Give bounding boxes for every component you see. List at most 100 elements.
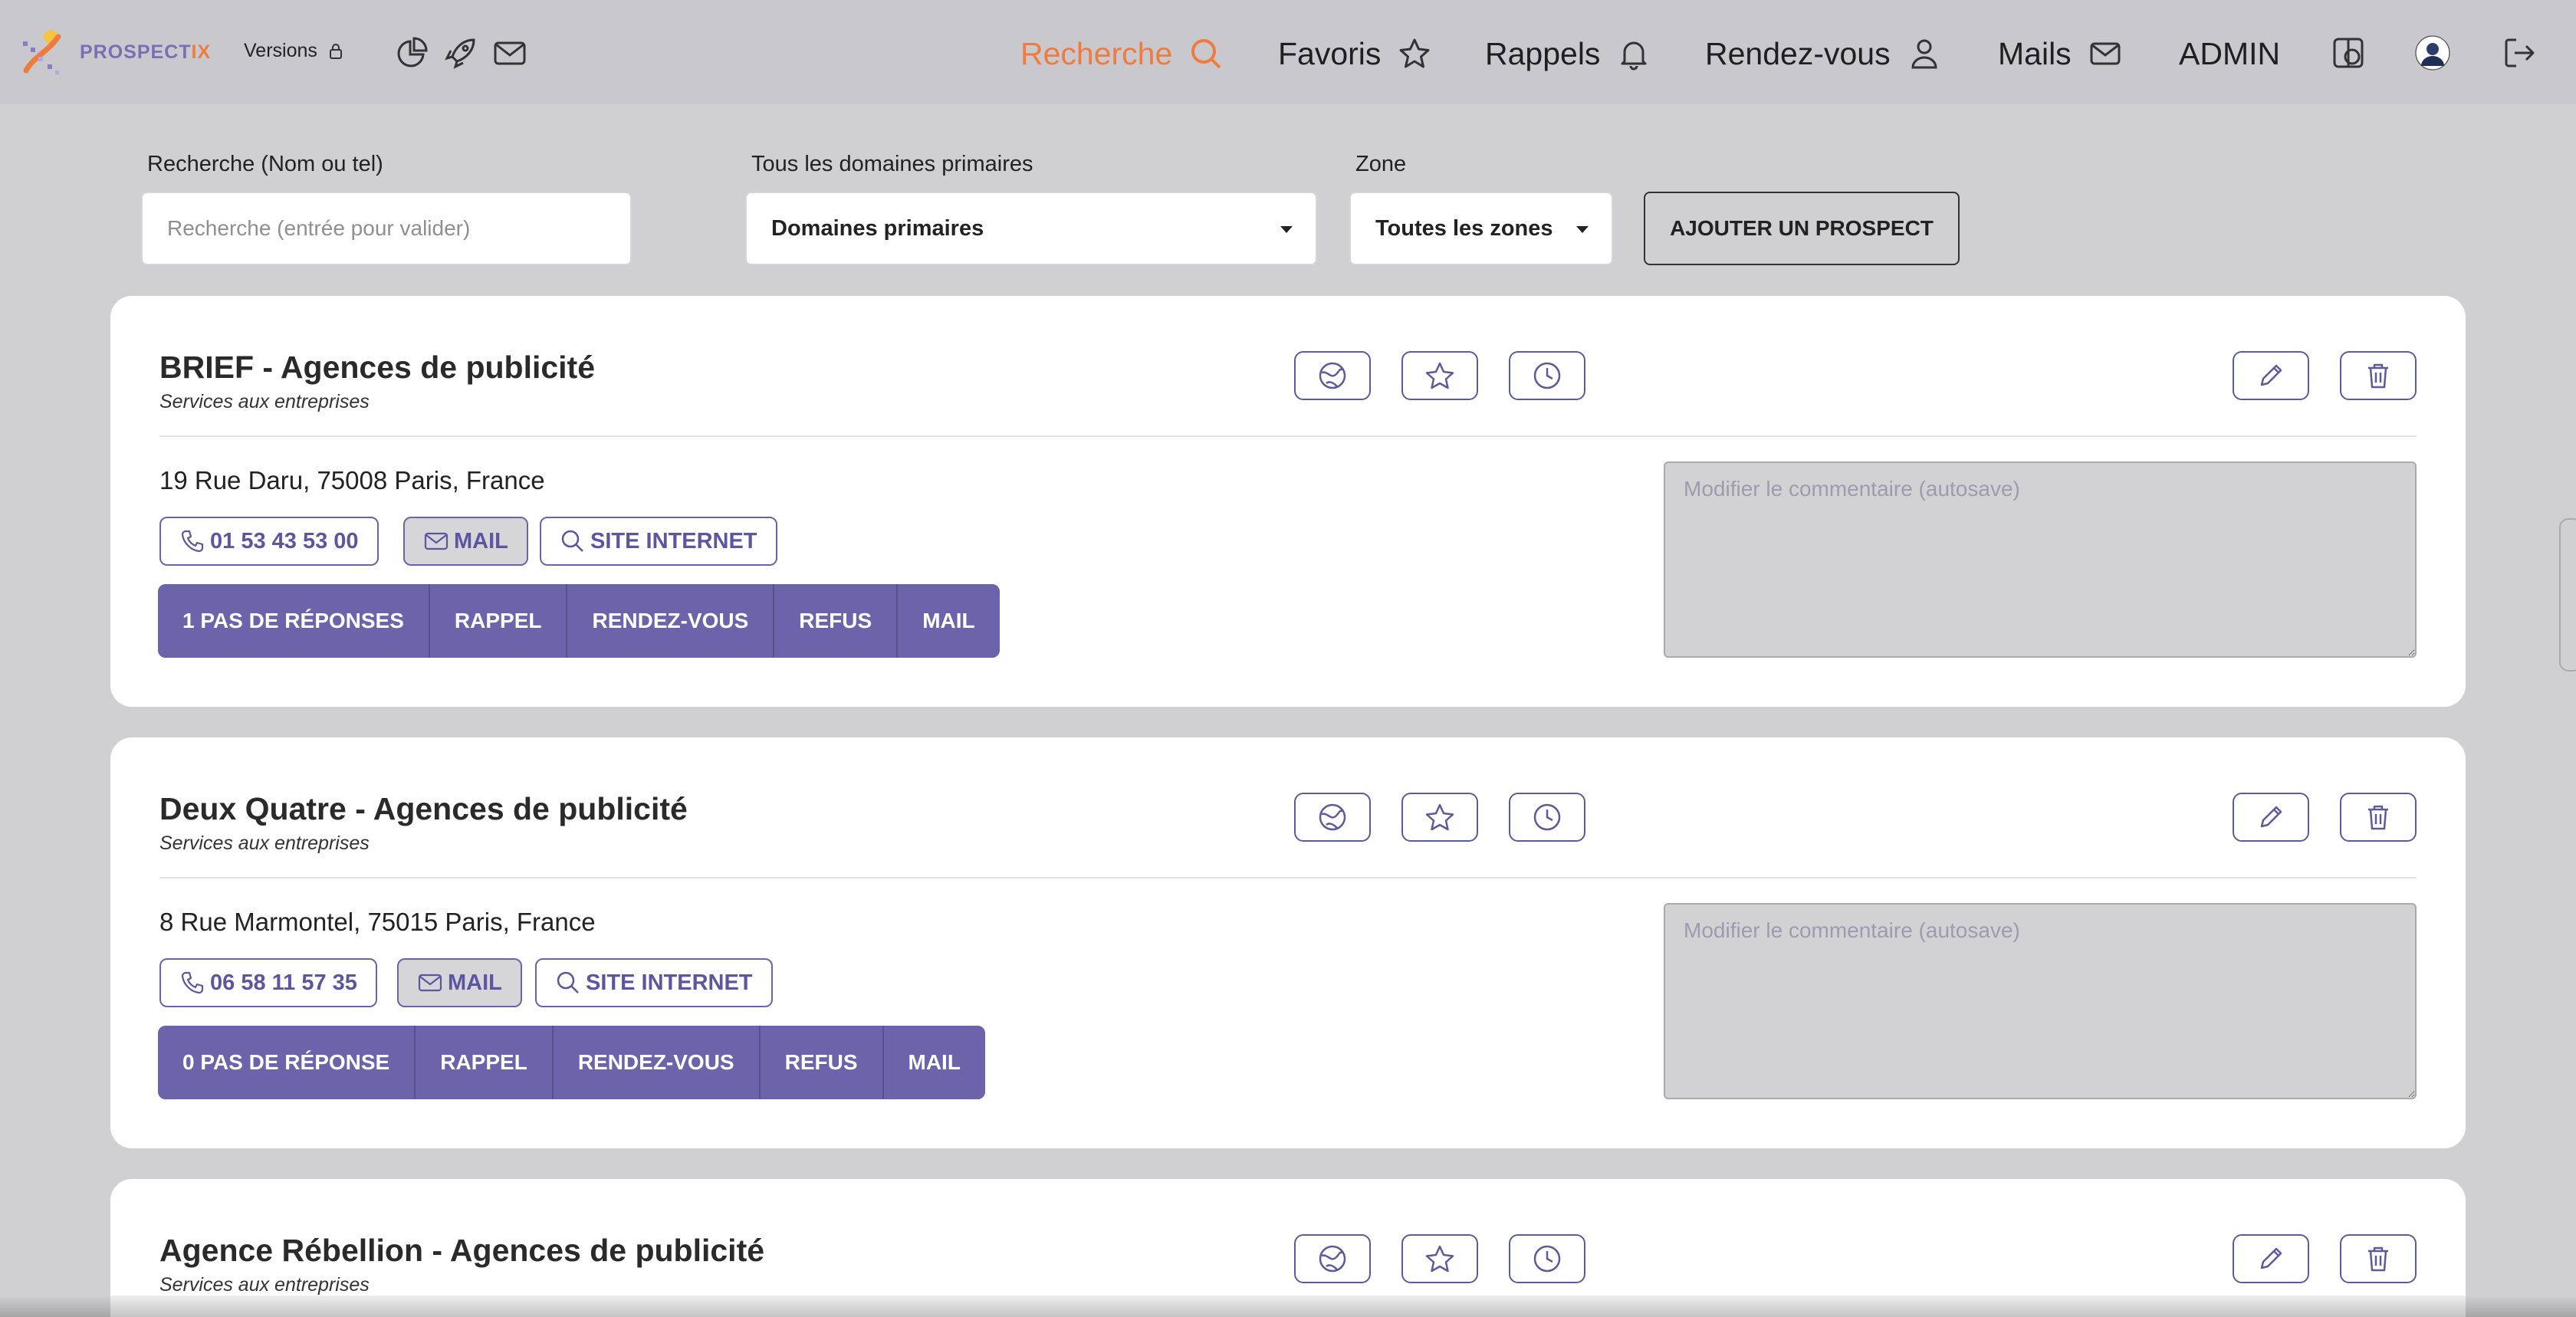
chevron-down-icon (1280, 226, 1293, 233)
globe-icon (1319, 1245, 1346, 1273)
mail-label: MAIL (454, 528, 508, 553)
search-icon (557, 971, 579, 993)
nav-favoris-label: Favoris (1278, 35, 1382, 71)
top-navbar: PROSPECTIX Versions Recherche Favoris Ra… (0, 0, 2576, 104)
add-prospect-button[interactable]: AJOUTER UN PROSPECT (1644, 192, 1960, 265)
globe-icon (1319, 803, 1346, 831)
website-button[interactable]: SITE INTERNET (540, 517, 777, 566)
edit-button[interactable] (2233, 351, 2309, 400)
brand-logo[interactable]: PROSPECTIX (17, 26, 211, 78)
website-label: SITE INTERNET (586, 970, 753, 995)
website-label: SITE INTERNET (590, 528, 757, 553)
avatar[interactable] (2415, 35, 2450, 71)
zone-label: Zone (1355, 152, 1407, 176)
mail-icon[interactable] (492, 35, 527, 71)
mail-action-button[interactable]: MAIL (898, 584, 1000, 658)
search-icon (561, 530, 583, 552)
zone-select[interactable]: Toutes les zones (1349, 192, 1613, 265)
mail-action-button[interactable]: MAIL (883, 1026, 985, 1099)
logout-icon[interactable] (2502, 35, 2538, 71)
reminder-button[interactable] (1509, 351, 1585, 400)
prospect-title: BRIEF - Agences de publicité (159, 350, 596, 385)
pencil-icon (2260, 364, 2282, 386)
nav-admin[interactable]: ADMIN (2179, 31, 2280, 77)
theme-toggle-icon[interactable] (2331, 35, 2366, 71)
reminder-button[interactable] (1509, 793, 1585, 842)
rendez-vous-button[interactable]: RENDEZ-VOUS (567, 584, 775, 658)
rocket-icon[interactable] (443, 35, 478, 71)
search-label: Recherche (Nom ou tel) (147, 152, 383, 176)
phone-icon (181, 530, 204, 553)
comment-textarea[interactable] (1664, 903, 2417, 1099)
delete-button[interactable] (2340, 351, 2417, 400)
lock-icon (329, 43, 342, 59)
prospect-card: Deux Quatre - Agences de publicité Servi… (110, 737, 2466, 1148)
no-response-button[interactable]: 0 PAS DE RÉPONSE (158, 1026, 416, 1099)
pie-chart-icon[interactable] (394, 35, 429, 71)
refus-button[interactable]: REFUS (760, 1026, 884, 1099)
scrollbar-handle[interactable] (2559, 518, 2576, 672)
star-icon (1425, 1245, 1454, 1273)
card-divider (159, 877, 2417, 879)
globe-button[interactable] (1294, 1234, 1371, 1283)
versions-label: Versions (244, 40, 317, 61)
trash-icon (2368, 363, 2388, 389)
mail-icon (424, 532, 449, 550)
delete-button[interactable] (2340, 1234, 2417, 1283)
prospect-category: Services aux entreprises (159, 1274, 370, 1296)
rappel-button[interactable]: RAPPEL (416, 1026, 554, 1099)
chevron-down-icon (1576, 226, 1589, 233)
clock-icon (1533, 1245, 1561, 1273)
rendez-vous-button[interactable]: RENDEZ-VOUS (553, 1026, 761, 1099)
domain-select[interactable]: Domaines primaires (745, 192, 1317, 265)
prospect-address: 8 Rue Marmontel, 75015 Paris, France (159, 908, 596, 936)
mail-icon (2090, 42, 2121, 65)
nav-rendez-vous-label: Rendez-vous (1705, 35, 1891, 71)
phone-number: 01 53 43 53 00 (210, 528, 359, 553)
action-button-group: 0 PAS DE RÉPONSE RAPPEL RENDEZ-VOUS REFU… (158, 1026, 985, 1099)
window-bottom-edge (0, 1296, 2576, 1317)
bell-icon (1621, 41, 1647, 71)
favorite-button[interactable] (1401, 793, 1478, 842)
website-button[interactable]: SITE INTERNET (535, 958, 773, 1007)
phone-button[interactable]: 01 53 43 53 00 (159, 517, 379, 566)
pencil-icon (2260, 1247, 2282, 1269)
nav-mails-label: Mails (1998, 35, 2072, 71)
mail-button[interactable]: MAIL (397, 958, 522, 1007)
globe-button[interactable] (1294, 351, 1371, 400)
zone-select-value: Toutes les zones (1375, 215, 1553, 241)
favorite-button[interactable] (1401, 351, 1478, 400)
prospect-title: Deux Quatre - Agences de publicité (159, 791, 688, 826)
prospect-title: Agence Rébellion - Agences de publicité (159, 1233, 765, 1268)
reminder-button[interactable] (1509, 1234, 1585, 1283)
edit-button[interactable] (2233, 1234, 2309, 1283)
star-icon (1425, 803, 1454, 831)
comment-textarea[interactable] (1664, 461, 2417, 658)
nav-rappels[interactable]: Rappels (1485, 31, 1651, 77)
phone-button[interactable]: 06 58 11 57 35 (159, 958, 377, 1007)
clock-icon (1533, 803, 1561, 831)
no-response-button[interactable]: 1 PAS DE RÉPONSES (158, 584, 430, 658)
nav-favoris[interactable]: Favoris (1278, 31, 1431, 77)
pencil-icon (2260, 806, 2282, 828)
mail-button[interactable]: MAIL (403, 517, 528, 566)
edit-button[interactable] (2233, 793, 2309, 842)
versions-link[interactable]: Versions (244, 40, 343, 62)
favorite-button[interactable] (1401, 1234, 1478, 1283)
search-input[interactable] (141, 192, 632, 265)
nav-rendez-vous[interactable]: Rendez-vous (1705, 31, 1941, 77)
nav-recherche-label: Recherche (1020, 35, 1173, 71)
prospect-category: Services aux entreprises (159, 391, 370, 412)
delete-button[interactable] (2340, 793, 2417, 842)
domain-select-value: Domaines primaires (771, 215, 984, 241)
action-button-group: 1 PAS DE RÉPONSES RAPPEL RENDEZ-VOUS REF… (158, 584, 1000, 658)
prospect-category: Services aux entreprises (159, 833, 370, 854)
user-icon (1911, 39, 1937, 69)
domain-label: Tous les domaines primaires (751, 152, 1033, 176)
globe-button[interactable] (1294, 793, 1371, 842)
globe-icon (1319, 362, 1346, 389)
rappel-button[interactable]: RAPPEL (429, 584, 568, 658)
refus-button[interactable]: REFUS (774, 584, 899, 658)
nav-mails[interactable]: Mails (1998, 31, 2122, 77)
nav-recherche[interactable]: Recherche (1020, 31, 1223, 77)
